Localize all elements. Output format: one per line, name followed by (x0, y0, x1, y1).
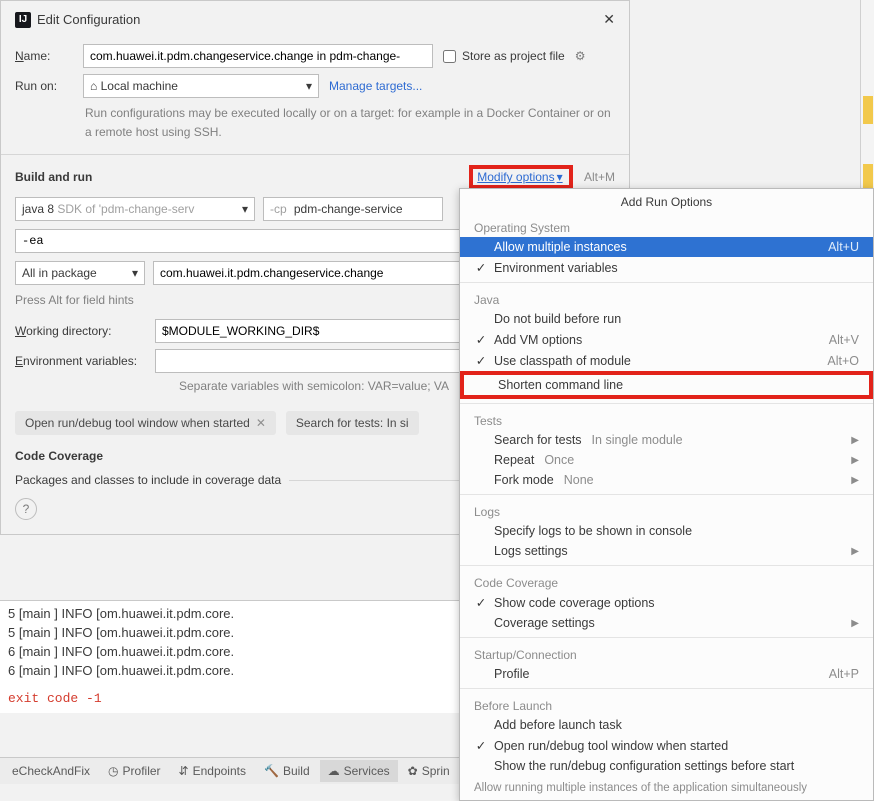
group-before-launch: Before Launch (460, 693, 873, 715)
gear-icon[interactable]: ⚙ (575, 49, 586, 63)
manage-targets-link[interactable]: Manage targets... (329, 79, 422, 93)
gutter-marker (863, 96, 873, 124)
chevron-right-icon: ▶ (851, 546, 859, 557)
build-and-run-title: Build and run (15, 170, 92, 184)
name-label: Name: (15, 49, 73, 63)
option-coverage-settings[interactable]: Coverage settings ▶ (460, 613, 873, 633)
chevron-down-icon: ▾ (306, 79, 312, 93)
tab-endpoints[interactable]: ⇵Endpoints (171, 760, 254, 782)
group-logs: Logs (460, 499, 873, 521)
jdk-select[interactable]: java 8 SDK of 'pdm-change-serv ▾ (15, 197, 255, 221)
option-specify-logs[interactable]: Specify logs to be shown in console (460, 521, 873, 541)
option-fork-mode[interactable]: Fork modeNone ▶ (460, 470, 873, 490)
check-icon: ✓ (474, 738, 488, 753)
option-do-not-build[interactable]: Do not build before run (460, 309, 873, 329)
help-button[interactable]: ? (15, 498, 37, 520)
services-icon: ☁ (328, 764, 340, 778)
build-icon: 🔨 (264, 764, 279, 778)
group-os: Operating System (460, 215, 873, 237)
tab-services[interactable]: ☁Services (320, 760, 398, 782)
option-add-before-launch[interactable]: Add before launch task (460, 715, 873, 735)
option-repeat[interactable]: RepeatOnce ▶ (460, 450, 873, 470)
close-button[interactable]: ✕ (603, 11, 615, 28)
runon-hint: Run configurations may be executed local… (85, 104, 615, 142)
option-show-code-coverage[interactable]: ✓Show code coverage options (460, 592, 873, 613)
option-profile[interactable]: Profile Alt+P (460, 664, 873, 684)
store-as-project-file[interactable]: Store as project file (443, 49, 565, 63)
add-run-options-popup: Add Run Options Operating System Allow m… (459, 188, 874, 801)
check-icon: ✓ (474, 595, 488, 610)
tab-profiler[interactable]: ◷Profiler (100, 760, 169, 782)
modify-options-shortcut: Alt+M (584, 170, 615, 184)
option-open-tool-window[interactable]: ✓Open run/debug tool window when started (460, 735, 873, 756)
chevron-right-icon: ▶ (851, 435, 859, 446)
popup-title: Add Run Options (460, 189, 873, 215)
tab-build[interactable]: 🔨Build (256, 760, 318, 782)
option-logs-settings[interactable]: Logs settings ▶ (460, 541, 873, 561)
option-use-classpath[interactable]: ✓Use classpath of module Alt+O (460, 350, 873, 371)
chip-open-tool-window[interactable]: Open run/debug tool window when started … (15, 411, 276, 435)
chevron-down-icon: ▾ (132, 266, 138, 280)
group-tests: Tests (460, 408, 873, 430)
group-startup: Startup/Connection (460, 642, 873, 664)
option-show-settings-before-start[interactable]: Show the run/debug configuration setting… (460, 756, 873, 776)
chevron-down-icon: ▾ (242, 202, 248, 216)
group-java: Java (460, 287, 873, 309)
chevron-right-icon: ▶ (851, 455, 859, 466)
modify-options-link[interactable]: Modify options ▾ (477, 170, 562, 184)
store-checkbox[interactable] (443, 50, 456, 63)
name-input[interactable] (83, 44, 433, 68)
working-dir-label: Working directory: (15, 324, 145, 338)
check-icon: ✓ (474, 332, 488, 347)
popup-footer-hint: Allow running multiple instances of the … (460, 776, 873, 794)
check-icon: ✓ (474, 260, 488, 275)
cc-packages-label: Packages and classes to include in cover… (15, 473, 281, 487)
option-environment-variables[interactable]: ✓Environment variables (460, 257, 873, 278)
intellij-icon: IJ (15, 12, 31, 28)
group-code-coverage: Code Coverage (460, 570, 873, 592)
spring-icon: ✿ (408, 764, 418, 778)
tab-spring[interactable]: ✿Sprin (400, 760, 458, 782)
chip-remove-icon[interactable]: ✕ (256, 416, 266, 430)
runon-label: Run on: (15, 79, 73, 93)
profiler-icon: ◷ (108, 764, 118, 778)
option-shorten-command-line[interactable]: Shorten command line (460, 371, 873, 399)
endpoints-icon: ⇵ (179, 764, 189, 778)
chevron-right-icon: ▶ (851, 618, 859, 629)
option-search-for-tests[interactable]: Search for testsIn single module ▶ (460, 430, 873, 450)
env-vars-label: Environment variables: (15, 354, 145, 368)
option-add-vm-options[interactable]: ✓Add VM options Alt+V (460, 329, 873, 350)
tab-checkandfix[interactable]: eCheckAndFix (4, 760, 98, 782)
runon-select[interactable]: ⌂ Local machine ▾ (83, 74, 319, 98)
chip-search-tests[interactable]: Search for tests: In si (286, 411, 419, 435)
check-icon: ✓ (474, 353, 488, 368)
home-icon: ⌂ (90, 79, 97, 93)
test-scope-select[interactable]: All in package▾ (15, 261, 145, 285)
classpath-select[interactable]: -cp pdm-change-service (263, 197, 443, 221)
option-allow-multiple-instances[interactable]: Allow multiple instances Alt+U (460, 237, 873, 257)
chevron-down-icon: ▾ (557, 170, 563, 184)
dialog-title: Edit Configuration (37, 12, 140, 27)
chevron-right-icon: ▶ (851, 475, 859, 486)
